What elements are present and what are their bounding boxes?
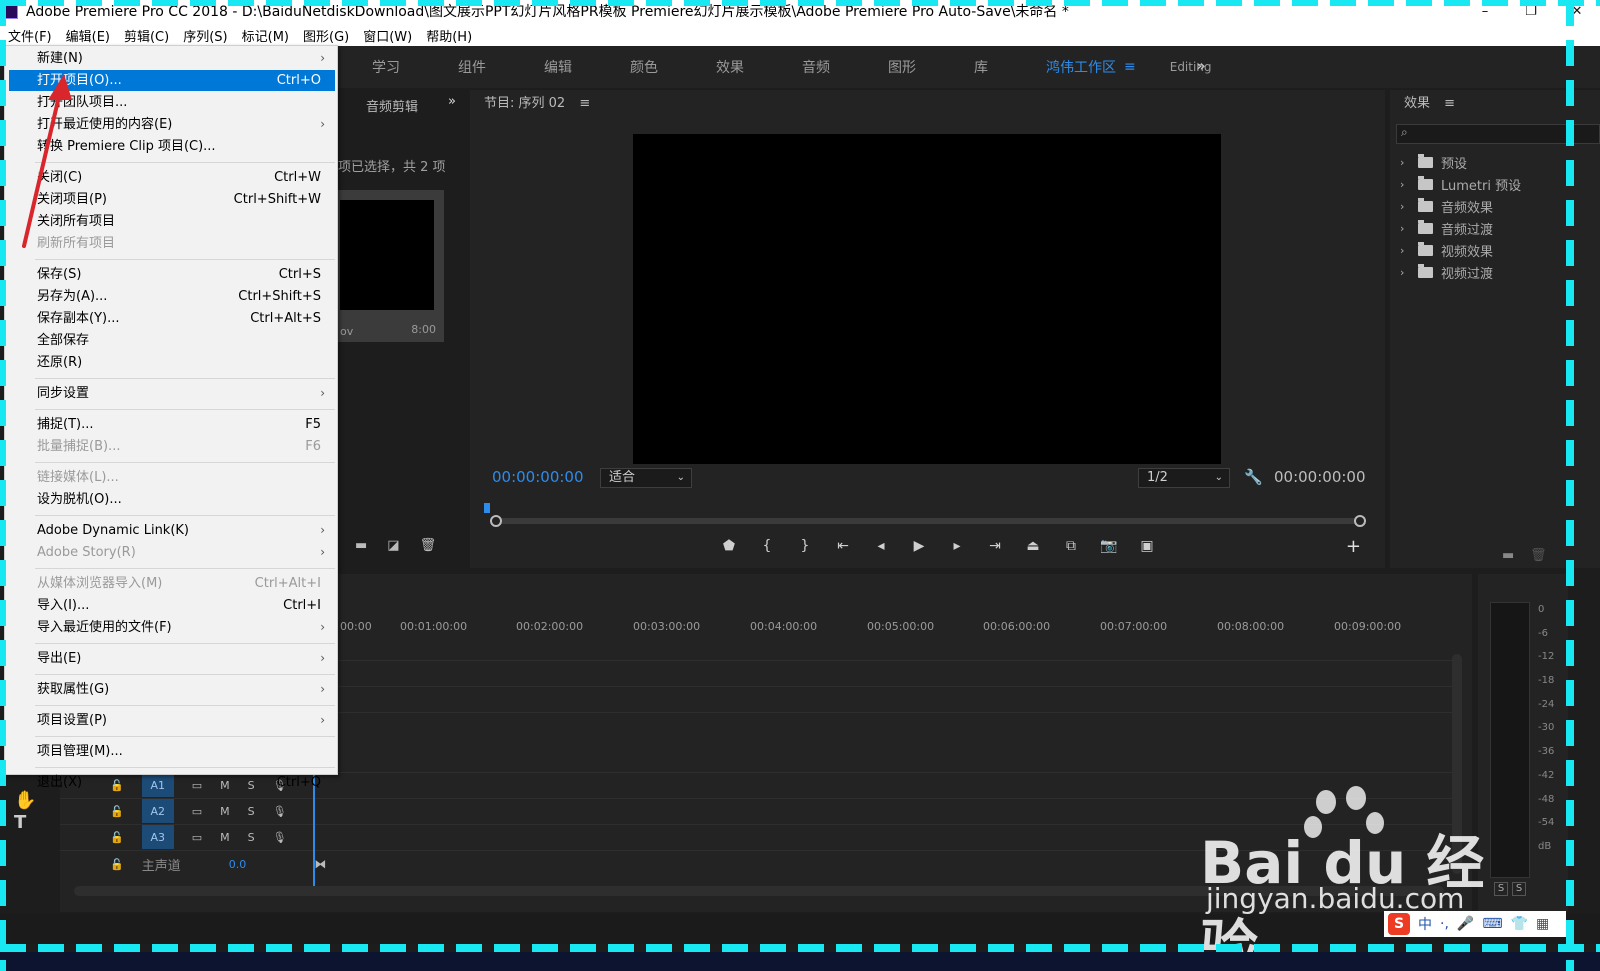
sogou-logo[interactable]: S <box>1388 913 1410 935</box>
skin-icon[interactable]: 👕 <box>1511 916 1528 932</box>
premiere-window: Adobe Premiere Pro CC 2018 - D:\BaiduNet… <box>0 0 1600 971</box>
keyboard-icon[interactable]: ⌨ <box>1482 916 1502 932</box>
toolbox-icon[interactable]: ▦ <box>1536 916 1549 932</box>
ime-language-toggle[interactable]: 中 <box>1418 914 1432 934</box>
baidu-watermark: Bai du 经验 jingyan.baidu.com <box>1200 786 1500 971</box>
ime-toolbar: S 中 ·, 🎤 ⌨ 👕 ▦ <box>1384 911 1566 937</box>
microphone-icon[interactable]: 🎤 <box>1457 916 1474 932</box>
punctuation-icon[interactable]: ·, <box>1440 916 1449 932</box>
taskbar <box>0 952 1600 971</box>
